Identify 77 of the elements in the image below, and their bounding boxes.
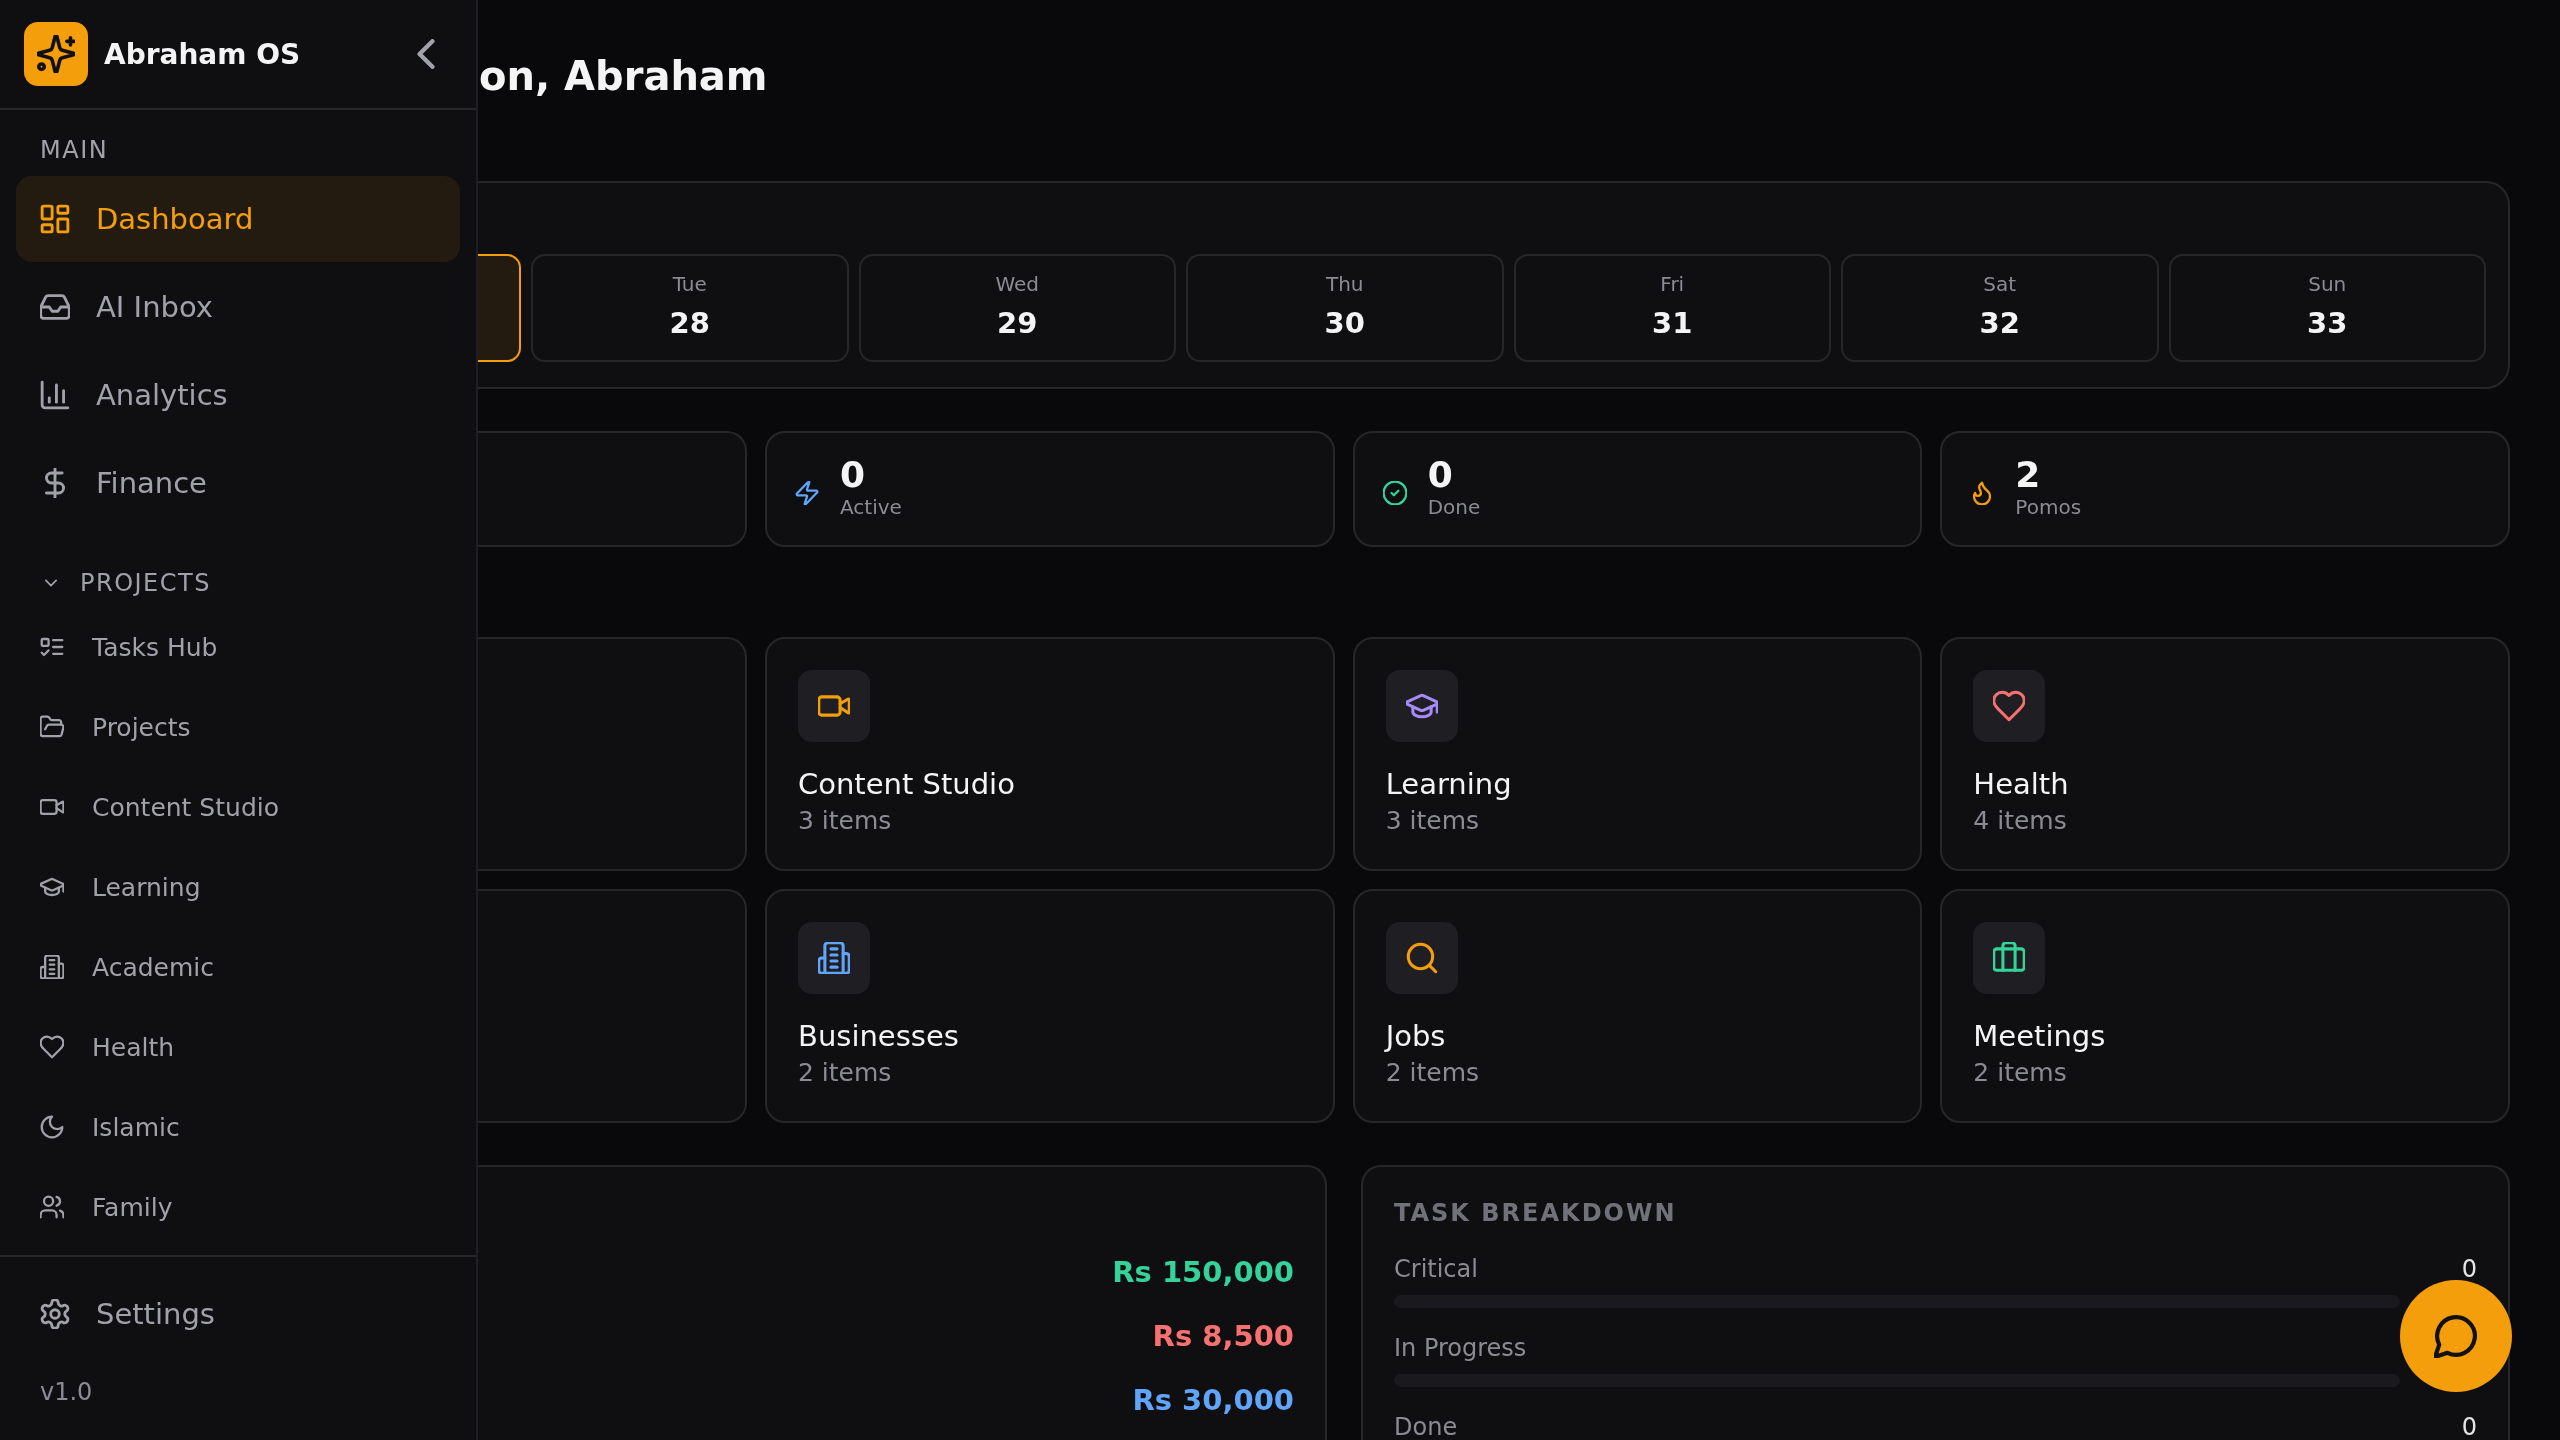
app-title: Abraham OS (104, 37, 302, 71)
category-count: 2 items (1385, 1058, 1479, 1088)
chevron-left-icon[interactable] (416, 39, 436, 69)
nav-item[interactable]: Learning (16, 847, 460, 927)
stat-value: 2 (2015, 455, 2041, 495)
stat-label: Done (1427, 495, 1481, 519)
nav-item[interactable]: Finance (16, 440, 460, 526)
category-title: Content Studio (798, 766, 1015, 802)
category-card[interactable]: Meetings 2 items (1940, 889, 2510, 1123)
day-cell[interactable]: Sun 33 (2168, 254, 2486, 362)
speech-bubble-icon (2434, 1314, 2478, 1358)
amount-value: Rs 30,000 (1132, 1382, 1294, 1419)
heart-icon (40, 1035, 64, 1059)
day-cell[interactable]: Fri 31 (1513, 254, 1831, 362)
day-cell[interactable] (478, 254, 521, 362)
category-count: 2 items (798, 1058, 892, 1088)
nav-item[interactable]: Islamic (16, 1087, 460, 1167)
day-cell[interactable]: Thu 30 (1186, 254, 1504, 362)
category-count: 3 items (798, 806, 892, 836)
dashboard-grid-icon (40, 204, 70, 234)
nav-item[interactable]: Analytics (16, 352, 460, 438)
category-title: Health (1973, 766, 2069, 802)
building-icon (798, 922, 870, 994)
task-count: 0 (2461, 1415, 2477, 1439)
category-title: Meetings (1973, 1018, 2106, 1054)
stat-label: Active (840, 495, 902, 519)
graduation-cap-icon (1385, 670, 1458, 742)
day-cell[interactable]: Sat 32 (1841, 254, 2159, 362)
day-cell[interactable]: Tue 28 (531, 254, 849, 362)
category-card[interactable]: Health 4 items (1940, 637, 2510, 871)
stat-value: 0 (1427, 455, 1453, 495)
category-card[interactable]: Learning 3 items (1352, 637, 1923, 871)
sparkles-icon (24, 22, 88, 86)
panel-title: TASK BREAKDOWN (1394, 1199, 1677, 1227)
stat-label: Pomos (2015, 495, 2082, 519)
category-title: Jobs (1385, 1018, 1446, 1054)
day-cell[interactable]: Wed 29 (858, 254, 1176, 362)
category-card[interactable]: Jobs 2 items (1352, 889, 1923, 1123)
people-icon (40, 1195, 64, 1219)
section-label: MAIN (40, 136, 109, 164)
nav-item[interactable]: Projects (16, 687, 460, 767)
crescent-moon-icon (40, 1115, 64, 1139)
nav-item[interactable]: Academic (16, 927, 460, 1007)
search-icon (1385, 922, 1458, 994)
building-icon (40, 955, 64, 979)
category-title: Learning (1385, 766, 1512, 802)
nav-item[interactable]: Settings (16, 1271, 460, 1357)
task-count: 0 (2461, 1257, 2477, 1281)
amount-value: Rs 8,500 (1152, 1318, 1294, 1355)
greeting-heading: on, Abraham (479, 52, 768, 100)
category-card[interactable]: Businesses 2 items (765, 889, 1335, 1123)
nav-item[interactable]: Tasks Hub (16, 607, 460, 687)
graduation-cap-icon (40, 875, 64, 899)
stat-value: 0 (840, 455, 866, 495)
section-toggle[interactable]: PROJECTS (42, 568, 211, 598)
settings-icon (40, 1299, 70, 1329)
category-count: 3 items (1385, 806, 1479, 836)
briefcase-icon (1973, 922, 2046, 994)
inbox-tray-icon (40, 292, 70, 322)
nav-item[interactable]: Family (16, 1167, 460, 1247)
task-label: In Progress (1394, 1336, 1527, 1360)
category-card[interactable]: Content Studio 3 items (765, 637, 1335, 871)
nav-item[interactable]: Health (16, 1007, 460, 1087)
nav-item[interactable]: Dashboard (16, 176, 460, 262)
video-camera-icon (798, 670, 870, 742)
nav-item[interactable]: AI Inbox (16, 264, 460, 350)
amount-value: Rs 150,000 (1112, 1254, 1294, 1291)
checklist-icon (40, 635, 64, 659)
version-label: v1.0 (40, 1377, 93, 1407)
category-count: 2 items (1973, 1058, 2067, 1088)
task-label: Done (1394, 1415, 1458, 1439)
task-label: Critical (1394, 1257, 1478, 1281)
category-title: Businesses (798, 1018, 959, 1054)
nav-item[interactable]: Content Studio (16, 767, 460, 847)
folder-icon (40, 715, 64, 739)
bar-chart-icon (40, 380, 70, 410)
category-count: 4 items (1973, 806, 2067, 836)
